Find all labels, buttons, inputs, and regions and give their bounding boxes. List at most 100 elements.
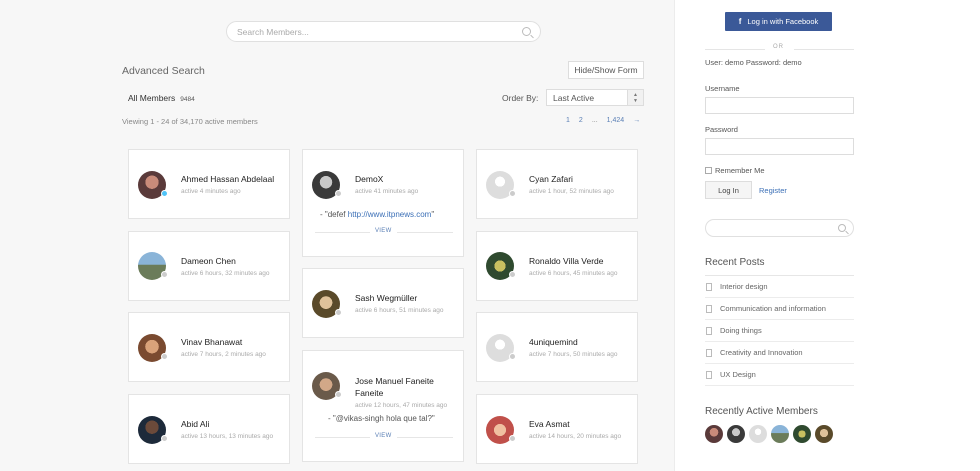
pagination: 1 2 ... 1,424 → xyxy=(566,117,640,124)
member-last-active: active 7 hours, 2 minutes ago xyxy=(181,351,266,358)
member-card: Vinav Bhanawat active 7 hours, 2 minutes… xyxy=(128,312,290,382)
post-item[interactable]: Doing things xyxy=(705,320,854,342)
sidebar-search-input[interactable] xyxy=(705,219,854,237)
post-title[interactable]: Creativity and Innovation xyxy=(720,348,803,357)
member-card: Jose Manuel Faneite Faneite active 12 ho… xyxy=(302,350,464,462)
document-icon xyxy=(706,348,712,357)
online-status-dot xyxy=(161,190,168,197)
member-search-box[interactable] xyxy=(226,21,541,42)
recent-member-avatar[interactable] xyxy=(771,425,789,443)
activity-update-link[interactable]: http://www.itpnews.com xyxy=(348,210,432,219)
member-card: Eva Asmat active 14 hours, 20 minutes ag… xyxy=(476,394,638,464)
advanced-search-title[interactable]: Advanced Search xyxy=(122,65,205,77)
member-card: 4uniquemind active 7 hours, 50 minutes a… xyxy=(476,312,638,382)
recent-member-avatar[interactable] xyxy=(749,425,767,443)
member-name[interactable]: Ronaldo Villa Verde xyxy=(529,256,604,266)
member-name[interactable]: DemoX xyxy=(355,174,383,184)
member-name[interactable]: Jose Manuel Faneite xyxy=(355,376,434,386)
member-name[interactable]: Sash Wegmüller xyxy=(355,293,417,303)
member-name[interactable]: Abid Ali xyxy=(181,419,209,429)
order-by-value: Last Active xyxy=(553,92,595,103)
order-by-select[interactable]: Last Active ▲ ▼ xyxy=(546,89,644,106)
page-dots: ... xyxy=(591,117,598,124)
member-card: Sash Wegmüller active 6 hours, 51 minute… xyxy=(302,268,464,338)
member-last-active: active 4 minutes ago xyxy=(181,188,241,195)
recent-member-avatar[interactable] xyxy=(815,425,833,443)
view-activity-link[interactable]: VIEW xyxy=(370,228,397,234)
member-card: Abid Ali active 13 hours, 13 minutes ago xyxy=(128,394,290,464)
offline-status-dot xyxy=(161,353,168,360)
password-label: Password xyxy=(705,125,738,134)
document-icon xyxy=(706,370,712,379)
post-item[interactable]: Creativity and Innovation xyxy=(705,342,854,364)
hide-show-form-button[interactable]: Hide/Show Form xyxy=(568,61,644,79)
member-name-continued[interactable]: Faneite xyxy=(355,388,383,398)
login-button[interactable]: Log In xyxy=(705,181,752,199)
all-members-tab[interactable]: All Members 9484 xyxy=(128,93,195,103)
page-next-link[interactable]: → xyxy=(633,117,640,124)
or-divider: OR xyxy=(705,44,854,54)
post-title[interactable]: Doing things xyxy=(720,326,762,335)
member-last-active: active 14 hours, 20 minutes ago xyxy=(529,433,622,440)
page-1-link[interactable]: 1 xyxy=(566,117,570,124)
password-field[interactable] xyxy=(705,138,854,155)
post-title[interactable]: Communication and information xyxy=(720,304,826,313)
member-name[interactable]: Eva Asmat xyxy=(529,419,570,429)
remember-me[interactable]: Remember Me xyxy=(705,166,765,175)
offline-status-dot xyxy=(509,353,516,360)
page-2-link[interactable]: 2 xyxy=(579,117,583,124)
recent-posts-title: Recent Posts xyxy=(705,257,765,268)
activity-update: - "defef http://www.itpnews.com" xyxy=(320,210,434,219)
post-item[interactable]: Interior design xyxy=(705,276,854,298)
offline-status-dot xyxy=(509,190,516,197)
activity-update-suffix: " xyxy=(431,210,435,219)
facebook-login-button[interactable]: f Log in with Facebook xyxy=(725,12,832,31)
post-title[interactable]: Interior design xyxy=(720,282,768,291)
offline-status-dot xyxy=(335,391,342,398)
member-card: Cyan Zafari active 1 hour, 52 minutes ag… xyxy=(476,149,638,219)
post-item[interactable]: UX Design xyxy=(705,364,854,386)
member-name[interactable]: 4uniquemind xyxy=(529,337,578,347)
viewing-count: Viewing 1 - 24 of 34,170 active members xyxy=(122,117,258,126)
all-members-label: All Members xyxy=(128,93,176,103)
search-icon[interactable] xyxy=(522,27,531,36)
post-item[interactable]: Communication and information xyxy=(705,298,854,320)
view-activity-link[interactable]: VIEW xyxy=(370,433,397,439)
demo-credentials: User: demo Password: demo xyxy=(705,58,802,67)
member-last-active: active 12 hours, 47 minutes ago xyxy=(355,402,448,409)
member-name[interactable]: Cyan Zafari xyxy=(529,174,573,184)
page-last-link[interactable]: 1,424 xyxy=(607,117,625,124)
offline-status-dot xyxy=(509,435,516,442)
member-last-active: active 1 hour, 52 minutes ago xyxy=(529,188,614,195)
offline-status-dot xyxy=(161,271,168,278)
member-name[interactable]: Ahmed Hassan Abdelaal xyxy=(181,174,274,184)
document-icon xyxy=(706,282,712,291)
divider-line xyxy=(794,49,854,50)
member-name[interactable]: Vinav Bhanawat xyxy=(181,337,242,347)
member-search-input[interactable] xyxy=(237,26,507,38)
member-card: Dameon Chen active 6 hours, 32 minutes a… xyxy=(128,231,290,301)
search-icon[interactable] xyxy=(838,224,846,232)
sidebar: f Log in with Facebook OR User: demo Pas… xyxy=(674,0,980,471)
recent-member-avatar[interactable] xyxy=(705,425,723,443)
or-label: OR xyxy=(773,44,784,50)
member-name[interactable]: Dameon Chen xyxy=(181,256,236,266)
select-arrows-icon: ▲ ▼ xyxy=(627,90,643,105)
document-icon xyxy=(706,326,712,335)
recent-member-avatar[interactable] xyxy=(793,425,811,443)
order-by-label: Order By: xyxy=(502,93,539,103)
member-card: Ahmed Hassan Abdelaal active 4 minutes a… xyxy=(128,149,290,219)
recent-member-avatar[interactable] xyxy=(727,425,745,443)
offline-status-dot xyxy=(335,190,342,197)
member-last-active: active 6 hours, 45 minutes ago xyxy=(529,270,618,277)
post-title[interactable]: UX Design xyxy=(720,370,756,379)
username-field[interactable] xyxy=(705,97,854,114)
offline-status-dot xyxy=(161,435,168,442)
member-last-active: active 6 hours, 51 minutes ago xyxy=(355,307,444,314)
member-last-active: active 13 hours, 13 minutes ago xyxy=(181,433,274,440)
username-label: Username xyxy=(705,84,740,93)
member-card: DemoX active 41 minutes ago - "defef htt… xyxy=(302,149,464,257)
offline-status-dot xyxy=(509,271,516,278)
remember-me-checkbox[interactable] xyxy=(705,167,712,174)
register-link[interactable]: Register xyxy=(759,186,787,195)
